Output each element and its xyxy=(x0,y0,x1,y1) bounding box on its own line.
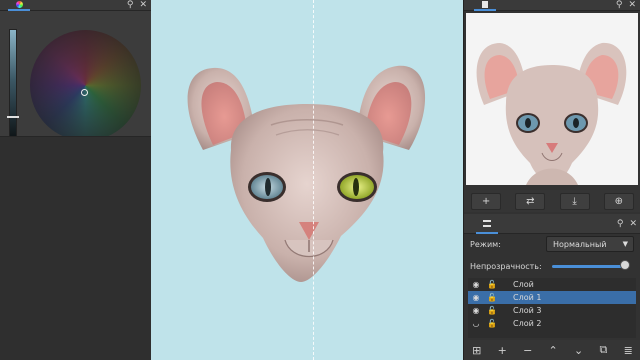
zoom-in-button[interactable]: + xyxy=(471,192,502,210)
overview-icon xyxy=(482,1,488,8)
duplicate-button[interactable]: ⧉ xyxy=(599,343,607,357)
properties-button[interactable]: ≣ xyxy=(624,344,633,357)
color-panel-header: ⚲ ✕ xyxy=(0,0,151,11)
layer-list: ◉ 🔓 Слой ◉ 🔓 Слой 1 ◉ 🔓 Слой 3 ◡ 🔓 Слой … xyxy=(468,278,636,338)
color-selector xyxy=(0,11,151,141)
layer-name: Слой 2 xyxy=(513,319,542,328)
app-window: ⚲ ✕ ⚲ ✕ + ⇄ ⤓ ⊕ ⚲ ✕ Режим: Нормальный ▼ … xyxy=(0,0,640,360)
download-button[interactable]: ⤓ xyxy=(559,192,590,210)
layer-name: Слой xyxy=(513,280,534,289)
pin-icon[interactable]: ⚲ xyxy=(616,0,623,11)
layer-row[interactable]: ◉ 🔓 Слой 3 xyxy=(468,304,636,317)
move-down-button[interactable]: ⌄ xyxy=(574,344,583,357)
pin-icon[interactable]: ⚲ xyxy=(617,214,624,234)
eye-closed-icon[interactable]: ◡ xyxy=(471,319,481,329)
add-image-button[interactable]: ⊕ xyxy=(603,192,634,210)
close-icon[interactable]: ✕ xyxy=(628,0,636,11)
reference-image[interactable] xyxy=(466,13,638,185)
unlock-icon[interactable]: 🔓 xyxy=(487,280,497,290)
overview-panel-tab[interactable] xyxy=(474,0,496,11)
color-wheel-cursor[interactable] xyxy=(81,89,88,96)
add-button[interactable]: + xyxy=(498,344,507,357)
opacity-slider-handle[interactable] xyxy=(620,260,630,270)
overview-panel-header-icons: ⚲ ✕ xyxy=(616,0,636,11)
value-slider[interactable] xyxy=(9,29,17,141)
vertical-mirror-guide[interactable] xyxy=(313,0,314,360)
drawing-canvas[interactable] xyxy=(151,0,463,360)
reference-cat-photo xyxy=(466,13,638,185)
close-icon[interactable]: ✕ xyxy=(629,214,637,234)
overview-panel-header: ⚲ ✕ xyxy=(464,0,640,11)
eye-icon[interactable]: ◉ xyxy=(471,306,481,316)
left-panel-empty-area xyxy=(0,136,151,360)
color-wheel[interactable] xyxy=(30,30,141,141)
right-docker: ⚲ ✕ + ⇄ ⤓ ⊕ ⚲ ✕ Режим: Нормальный ▼ Непр… xyxy=(463,0,640,360)
chevron-down-icon: ▼ xyxy=(622,240,628,248)
value-slider-handle[interactable] xyxy=(7,116,19,118)
pin-icon[interactable]: ⚲ xyxy=(127,0,134,11)
layers-icon xyxy=(483,219,491,227)
color-panel-tab[interactable] xyxy=(8,0,30,11)
blend-mode-select[interactable]: Нормальный ▼ xyxy=(546,236,634,252)
remove-button[interactable]: − xyxy=(523,344,532,357)
layers-panel-tab[interactable] xyxy=(476,214,498,234)
unlock-icon[interactable]: 🔓 xyxy=(487,319,497,329)
blend-mode-value: Нормальный xyxy=(553,240,607,249)
layers-panel-header-icons: ⚲ ✕ xyxy=(617,214,637,234)
add-layer-button[interactable]: ⊞ xyxy=(472,344,481,357)
eye-icon[interactable]: ◉ xyxy=(471,293,481,303)
color-panel: ⚲ ✕ xyxy=(0,0,151,360)
flip-button[interactable]: ⇄ xyxy=(515,192,546,210)
layer-row-selected[interactable]: ◉ 🔓 Слой 1 xyxy=(468,291,636,304)
opacity-slider[interactable] xyxy=(552,265,622,268)
layer-row[interactable]: ◡ 🔓 Слой 2 xyxy=(468,317,636,330)
layer-name: Слой 3 xyxy=(513,306,542,315)
move-up-button[interactable]: ⌃ xyxy=(549,344,558,357)
close-icon[interactable]: ✕ xyxy=(139,0,147,11)
layers-bottom-toolbar: ⊞ + − ⌃ ⌄ ⧉ ≣ xyxy=(464,340,640,360)
unlock-icon[interactable]: 🔓 xyxy=(487,306,497,316)
opacity-label: Непрозрачность: xyxy=(470,262,542,271)
layer-row[interactable]: ◉ 🔓 Слой xyxy=(468,278,636,291)
overview-toolbar: + ⇄ ⤓ ⊕ xyxy=(464,190,640,212)
color-panel-header-icons: ⚲ ✕ xyxy=(127,0,147,11)
mode-label: Режим: xyxy=(470,240,501,249)
color-wheel-icon xyxy=(15,1,23,8)
layer-name: Слой 1 xyxy=(513,293,542,302)
cat-painting xyxy=(187,65,426,282)
eye-icon[interactable]: ◉ xyxy=(471,280,481,290)
unlock-icon[interactable]: 🔓 xyxy=(487,293,497,303)
layers-panel-header: ⚲ ✕ xyxy=(464,214,640,234)
